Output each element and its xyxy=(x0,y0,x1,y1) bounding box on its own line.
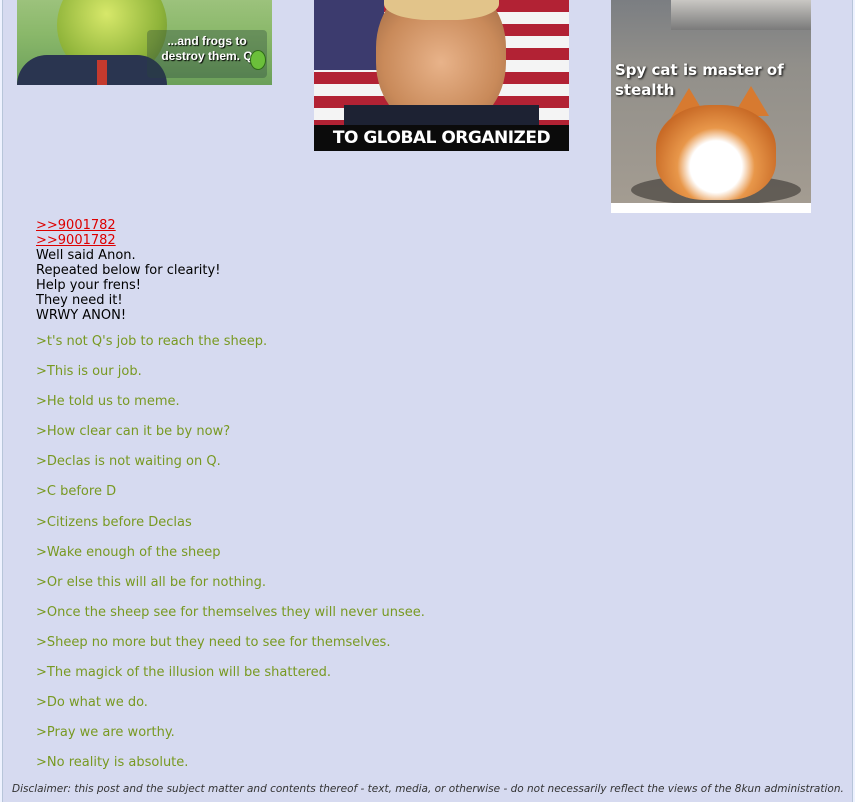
greentext-line: >Or else this will all be for nothing. xyxy=(36,574,267,590)
reply-link[interactable]: >>9001782 xyxy=(36,233,836,248)
greentext-line: >C before D xyxy=(36,484,117,500)
greentext-line: >Declas is not waiting on Q. xyxy=(36,454,221,470)
tie-graphic xyxy=(97,60,107,85)
post-text-line: Help your frens! xyxy=(36,278,141,293)
road-graphic xyxy=(671,0,811,30)
greentext-line: >No reality is absolute. xyxy=(36,755,189,771)
post-image-flag-portrait[interactable]: TO GLOBAL ORGANIZED CRIME xyxy=(314,0,569,151)
greentext-line: >This is our job. xyxy=(36,364,142,380)
greentext-line: >Do what we do. xyxy=(36,695,148,711)
post-image-spy-cat[interactable]: Spy cat is master of stealth xyxy=(611,0,811,213)
post-image-frog-meme[interactable]: ...and frogs to destroy them. Q xyxy=(17,0,272,85)
post-disclaimer: Disclaimer: this post and the subject ma… xyxy=(12,783,844,795)
greentext-line: >Citizens before Declas xyxy=(36,514,192,530)
flag-canton-graphic xyxy=(314,0,384,70)
greentext-line: >Once the sheep see for themselves they … xyxy=(36,604,425,620)
cat-graphic xyxy=(656,105,776,200)
greentext-block: >t's not Q's job to reach the sheep. >Th… xyxy=(36,327,836,778)
image-caption: TO GLOBAL ORGANIZED CRIME xyxy=(314,125,569,151)
greentext-line: >The magick of the illusion will be shat… xyxy=(36,665,332,681)
post-container: ...and frogs to destroy them. Q TO GLOBA… xyxy=(2,0,853,802)
image-border-strip xyxy=(611,203,811,213)
greentext-line: >Sheep no more but they need to see for … xyxy=(36,634,391,650)
image-caption: ...and frogs to destroy them. Q xyxy=(147,30,267,78)
reply-link[interactable]: >>9001782 xyxy=(36,218,836,233)
post-text-line: Repeated below for clearity! xyxy=(36,263,221,278)
post-text-line: They need it! xyxy=(36,293,123,308)
greentext-line: >How clear can it be by now? xyxy=(36,424,231,440)
image-caption: Spy cat is master of stealth xyxy=(615,61,784,99)
greentext-line: >He told us to meme. xyxy=(36,394,180,410)
greentext-line: >Wake enough of the sheep xyxy=(36,544,221,560)
greentext-line: >t's not Q's job to reach the sheep. xyxy=(36,334,268,349)
post-text-line: WRWY ANON! xyxy=(36,308,127,323)
post-text-line: Well said Anon. xyxy=(36,248,136,263)
suit-graphic xyxy=(17,55,167,85)
post-body: >>9001782 >>9001782 Well said Anon. Repe… xyxy=(36,218,836,778)
greentext-line: >Pray we are worthy. xyxy=(36,725,175,741)
frog-icon xyxy=(250,50,266,70)
